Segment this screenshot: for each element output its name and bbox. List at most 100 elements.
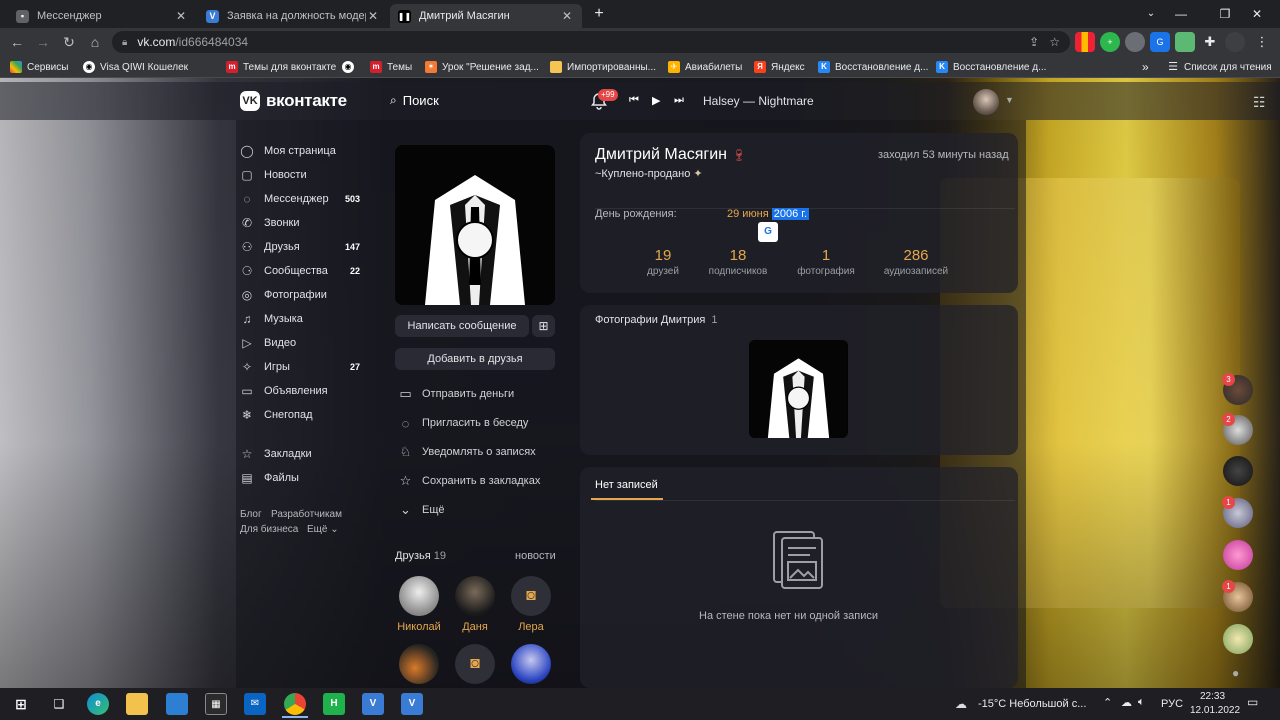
bookmark-qiwi[interactable]: ◉ Visa QIWI Кошелек [83, 60, 188, 74]
bookmark-restore-2[interactable]: K Восстановление д... [936, 60, 1046, 74]
home-icon[interactable]: ⌂ [84, 31, 106, 53]
photos-header[interactable]: Фотографии Дмитрия 1 [595, 314, 718, 326]
extension-flag-icon[interactable] [1075, 32, 1095, 52]
send-message-button[interactable]: Написать сообщение [395, 315, 529, 337]
cloud-icon[interactable]: ☁ [1121, 696, 1132, 709]
extensions-puzzle-icon[interactable]: ✚ [1200, 32, 1220, 52]
tab-profile[interactable]: ❚❚ Дмитрий Масягин ✕ [390, 4, 582, 28]
menu-messenger[interactable]: ◌ Мессенджер 503 [240, 188, 360, 210]
menu-news[interactable]: ▢ Новости [240, 164, 360, 186]
friend-avatar[interactable] [399, 644, 439, 684]
friend-name[interactable]: Николай [389, 621, 449, 633]
bookmark-themes-globe[interactable]: ◉ [342, 60, 359, 74]
chevron-down-icon[interactable]: ▼ [1005, 95, 1014, 105]
camera-icon[interactable]: ◙ [455, 644, 495, 684]
extension-image-icon[interactable] [1175, 32, 1195, 52]
sliders-icon[interactable]: ☷ [1253, 94, 1266, 111]
footer-business-link[interactable]: Для бизнеса [240, 524, 298, 535]
action-invite-chat[interactable]: ◌ Пригласить в беседу [398, 415, 529, 431]
play-icon[interactable]: ▶ [652, 94, 660, 107]
avatar[interactable] [973, 89, 999, 115]
clock-time[interactable]: 22:33 [1200, 691, 1225, 702]
bookmarks-more[interactable]: » [1142, 60, 1149, 74]
vk-shield-icon[interactable]: V [362, 693, 384, 715]
tab-application[interactable]: V Заявка на должность модерато ✕ [198, 4, 388, 28]
close-icon[interactable]: ✕ [560, 9, 574, 23]
menu-bookmarks[interactable]: ☆ Закладки [240, 443, 360, 465]
chat-bubble[interactable] [1223, 540, 1253, 570]
star-icon[interactable]: ☆ [1049, 35, 1060, 49]
clock-date[interactable]: 12.01.2022 [1190, 705, 1240, 716]
weather-cloud-icon[interactable]: ☁ [955, 697, 967, 711]
extension-gray-icon[interactable] [1125, 32, 1145, 52]
bookmark-flights[interactable]: ✈ Авиабилеты [668, 60, 742, 74]
bookmark-yandex[interactable]: Я Яндекс [754, 60, 805, 74]
menu-photos[interactable]: ◎ Фотографии [240, 284, 360, 306]
notification-center-icon[interactable]: ▭ [1247, 695, 1258, 709]
search-input[interactable]: ⌕ Поиск [390, 93, 439, 108]
stat-followers[interactable]: 18 подписчиков [693, 247, 783, 277]
close-icon[interactable]: ✕ [174, 9, 188, 23]
footer-more-link[interactable]: Ещё ⌄ [307, 524, 339, 535]
app-icon[interactable] [166, 693, 188, 715]
vk-shield-icon[interactable]: V [401, 693, 423, 715]
friend-avatar[interactable] [511, 644, 551, 684]
menu-snowfall[interactable]: ❄ Снегопад [240, 404, 360, 426]
action-bookmark[interactable]: ☆ Сохранить в закладках [398, 473, 541, 489]
menu-kebab-icon[interactable]: ⋮ [1252, 32, 1272, 52]
menu-games[interactable]: ✧ Игры 27 [240, 356, 360, 378]
forward-icon[interactable]: → [32, 31, 54, 53]
profile-photo[interactable] [395, 145, 555, 305]
friends-header[interactable]: Друзья 19 [395, 550, 446, 562]
store-icon[interactable]: ▦ [205, 693, 227, 715]
reading-list[interactable]: ☰ Список для чтения [1167, 60, 1272, 74]
friend-name[interactable]: Лера [501, 621, 561, 633]
translate-extension-icon[interactable]: G [1150, 32, 1170, 52]
action-more[interactable]: ⌄ Ещё [398, 502, 444, 518]
bookmark-imported[interactable]: Импортированны... [550, 60, 656, 74]
bookmark-services[interactable]: Сервисы [10, 60, 68, 74]
chat-bubble[interactable] [1223, 456, 1253, 486]
vk-logo[interactable]: VK вконтакте [240, 91, 347, 111]
task-view-icon[interactable]: ❑ [48, 693, 70, 715]
friend-avatar[interactable] [455, 576, 495, 616]
profile-status[interactable]: ~Куплено-продано ✦ [595, 167, 703, 180]
stat-photos[interactable]: 1 фотография [781, 247, 871, 277]
menu-files[interactable]: ▤ Файлы [240, 467, 360, 489]
mail-icon[interactable]: ✉ [244, 693, 266, 715]
bookmark-vk-themes[interactable]: m Темы для вконтакте [226, 60, 336, 74]
gift-icon[interactable]: ⊞ [532, 315, 555, 337]
bookmark-lesson[interactable]: ✶ Урок "Решение зад... [425, 60, 539, 74]
menu-my-page[interactable]: ◯ Моя страница [240, 140, 360, 162]
birthday-value[interactable]: 29 июня 2006 г. [727, 208, 810, 220]
add-friend-button[interactable]: Добавить в друзья [395, 348, 555, 370]
chat-icon[interactable]: ● [1232, 666, 1239, 680]
menu-communities[interactable]: ⚆ Сообщества 22 [240, 260, 360, 282]
friends-news-link[interactable]: новости [515, 550, 556, 562]
menu-friends[interactable]: ⚇ Друзья 147 [240, 236, 360, 258]
friend-avatar[interactable] [399, 576, 439, 616]
close-icon[interactable]: ✕ [366, 9, 380, 23]
chrome-icon[interactable] [284, 693, 306, 715]
reload-icon[interactable]: ↻ [58, 31, 80, 53]
menu-video[interactable]: ▷ Видео [240, 332, 360, 354]
translate-icon[interactable]: G [758, 222, 778, 242]
tab-no-posts[interactable]: Нет записей [595, 479, 658, 491]
next-track-icon[interactable]: ⏭ [674, 94, 684, 107]
share-icon[interactable]: ⇪ [1029, 35, 1039, 49]
new-tab-button[interactable]: + [590, 4, 608, 24]
edge-icon[interactable]: e [87, 693, 109, 715]
h-app-icon[interactable]: H [323, 693, 345, 715]
footer-blog-link[interactable]: Блог [240, 509, 262, 520]
language-indicator[interactable]: РУС [1161, 698, 1183, 710]
camera-icon[interactable]: ◙ [511, 576, 551, 616]
close-window-button[interactable]: ✕ [1234, 4, 1280, 24]
footer-developers-link[interactable]: Разработчикам [271, 509, 342, 520]
weather-text[interactable]: -15°C Небольшой с... [978, 698, 1086, 710]
file-explorer-icon[interactable] [126, 693, 148, 715]
windows-start-icon[interactable]: ⊞ [10, 693, 32, 715]
friend-name[interactable]: Даня [445, 621, 505, 633]
previous-track-icon[interactable]: ⏮ [629, 94, 639, 107]
tray-chevron-up-icon[interactable]: ⌃ [1103, 696, 1112, 709]
extension-plus-icon[interactable]: + [1100, 32, 1120, 52]
